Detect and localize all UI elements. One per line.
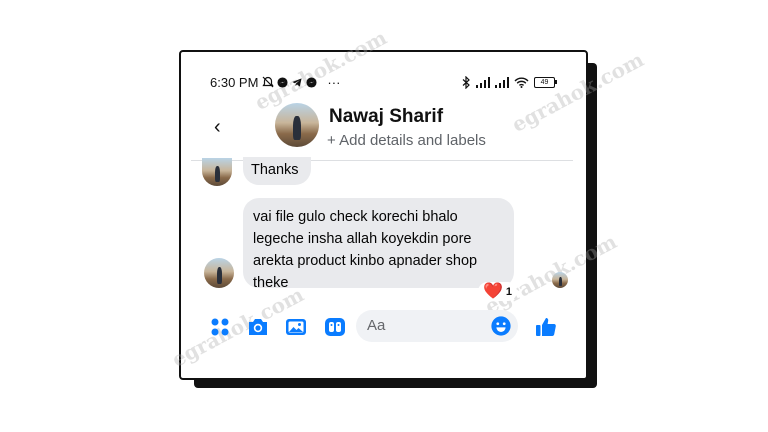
signal-icon bbox=[495, 76, 509, 88]
messenger-icon bbox=[306, 76, 317, 88]
message-bubble[interactable]: vai file gulo check korechi bhalo legech… bbox=[243, 198, 514, 291]
status-bar: 6:30 PM ··· 49 bbox=[210, 73, 557, 91]
message-reaction[interactable]: ❤️ 1 bbox=[478, 282, 518, 301]
battery-icon: 49 bbox=[534, 76, 557, 88]
apps-icon[interactable] bbox=[208, 315, 232, 339]
message-input-placeholder: Aa bbox=[367, 317, 386, 334]
composer-bar: Aa bbox=[206, 310, 566, 344]
battery-level: 49 bbox=[540, 78, 549, 86]
more-notifications: ··· bbox=[327, 74, 341, 90]
messenger-icon bbox=[277, 76, 288, 88]
chat-header: ‹ Nawaj Sharif + Add details and labels bbox=[210, 100, 570, 158]
back-button[interactable]: ‹ bbox=[214, 116, 221, 139]
message-bubble[interactable]: Thanks bbox=[243, 157, 311, 185]
message-input[interactable]: Aa bbox=[356, 310, 518, 342]
message-text: vai file gulo check korechi bhalo legech… bbox=[253, 209, 478, 291]
camera-icon[interactable] bbox=[246, 315, 270, 339]
message-text: Thanks bbox=[251, 162, 299, 178]
heart-icon: ❤️ bbox=[483, 282, 503, 300]
status-time: 6:30 PM bbox=[210, 74, 259, 90]
avatar[interactable] bbox=[275, 103, 319, 147]
like-icon[interactable] bbox=[534, 315, 558, 339]
bluetooth-icon bbox=[462, 75, 470, 89]
wifi-icon bbox=[514, 77, 529, 88]
telegram-icon bbox=[292, 77, 303, 87]
add-details-link[interactable]: + Add details and labels bbox=[327, 132, 486, 149]
reaction-count: 1 bbox=[505, 285, 513, 298]
avatar bbox=[204, 258, 234, 288]
emoji-icon[interactable] bbox=[490, 315, 512, 337]
sticker-icon[interactable] bbox=[323, 315, 347, 339]
signal-icon bbox=[476, 76, 490, 88]
gallery-icon[interactable] bbox=[284, 315, 308, 339]
alarm-off-icon bbox=[262, 76, 275, 88]
contact-name[interactable]: Nawaj Sharif bbox=[329, 106, 443, 128]
read-receipt-avatar bbox=[552, 272, 568, 288]
